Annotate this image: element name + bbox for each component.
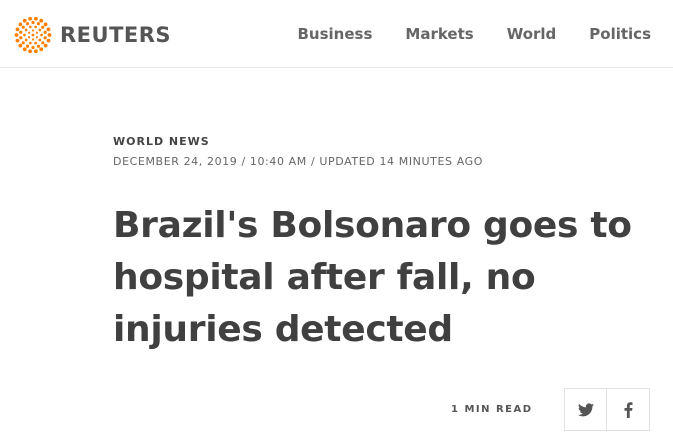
logo-dot (33, 49, 38, 54)
logo-dot (38, 28, 42, 32)
logo-dot (40, 33, 43, 37)
logo-dot (28, 16, 33, 21)
logo-dot (36, 44, 41, 48)
facebook-icon (624, 401, 632, 418)
twitter-share-button[interactable] (564, 388, 607, 431)
logo-dot (43, 36, 47, 40)
logo-dot (31, 33, 35, 37)
logo-dot (35, 36, 38, 39)
article-headline: Brazil's Bolsonaro goes to hospital afte… (113, 205, 632, 350)
logo-dot (25, 44, 30, 48)
logo-dot (22, 18, 27, 23)
read-time: 1 MIN READ (451, 404, 533, 415)
nav-item-business[interactable]: Business (298, 25, 373, 43)
logo-dot (15, 27, 20, 32)
site-header: REUTERS Business Markets World Politics (0, 0, 673, 68)
nav-item-world[interactable]: World (507, 25, 557, 43)
logo-dot (28, 31, 31, 34)
reuters-logo-mark-icon (14, 16, 52, 54)
logo-dot (18, 22, 23, 27)
share-buttons (564, 388, 650, 431)
logo-dot (24, 38, 28, 42)
nav-item-politics[interactable]: Politics (589, 25, 651, 43)
logo-dot (39, 18, 44, 23)
logo-dot (19, 36, 23, 40)
page: REUTERS Business Markets World Politics … (0, 0, 673, 443)
article-dateline: DECEMBER 24, 2019 / 10:40 AM / UPDATED 1… (113, 155, 484, 168)
logo-dot (35, 31, 38, 34)
logo-dot (31, 38, 35, 41)
logo-dot (36, 22, 41, 26)
logo-dot (47, 33, 52, 37)
logo-dot (43, 22, 48, 27)
logo-text: REUTERS (60, 23, 172, 47)
logo-dot (31, 45, 35, 50)
nav-item-markets[interactable]: Markets (405, 25, 473, 43)
main-nav: Business Markets World Politics (265, 25, 652, 43)
logo-dot (28, 36, 31, 39)
logo-dot (29, 41, 32, 45)
logo-dot (41, 25, 45, 29)
logo-dot (21, 41, 25, 45)
logo-dot (23, 33, 26, 37)
logo-dot (39, 47, 44, 52)
facebook-share-button[interactable] (607, 388, 650, 431)
logo-dot (24, 28, 28, 32)
logo-dot (14, 33, 19, 37)
logo-dot (31, 20, 35, 25)
logo-dot (29, 25, 32, 29)
logo-dot (31, 29, 35, 32)
logo-dot (43, 43, 48, 48)
logo-dot (41, 41, 45, 45)
logo-dot (19, 30, 23, 34)
logo-dot (38, 38, 42, 42)
logo-dot (46, 27, 51, 32)
twitter-icon (577, 402, 594, 416)
logo-dot (22, 47, 27, 52)
logo-dot (25, 22, 30, 26)
logo-dot (18, 43, 23, 48)
logo-dot (21, 25, 25, 29)
reuters-logo[interactable]: REUTERS (14, 16, 171, 54)
logo-dot (43, 30, 47, 34)
article-section-link[interactable]: WORLD NEWS (113, 135, 210, 148)
logo-dot (34, 25, 37, 29)
logo-dot (15, 38, 20, 43)
logo-dot (28, 49, 33, 54)
logo-dot (33, 16, 38, 21)
logo-dot (46, 38, 51, 43)
logo-dot (34, 41, 37, 45)
